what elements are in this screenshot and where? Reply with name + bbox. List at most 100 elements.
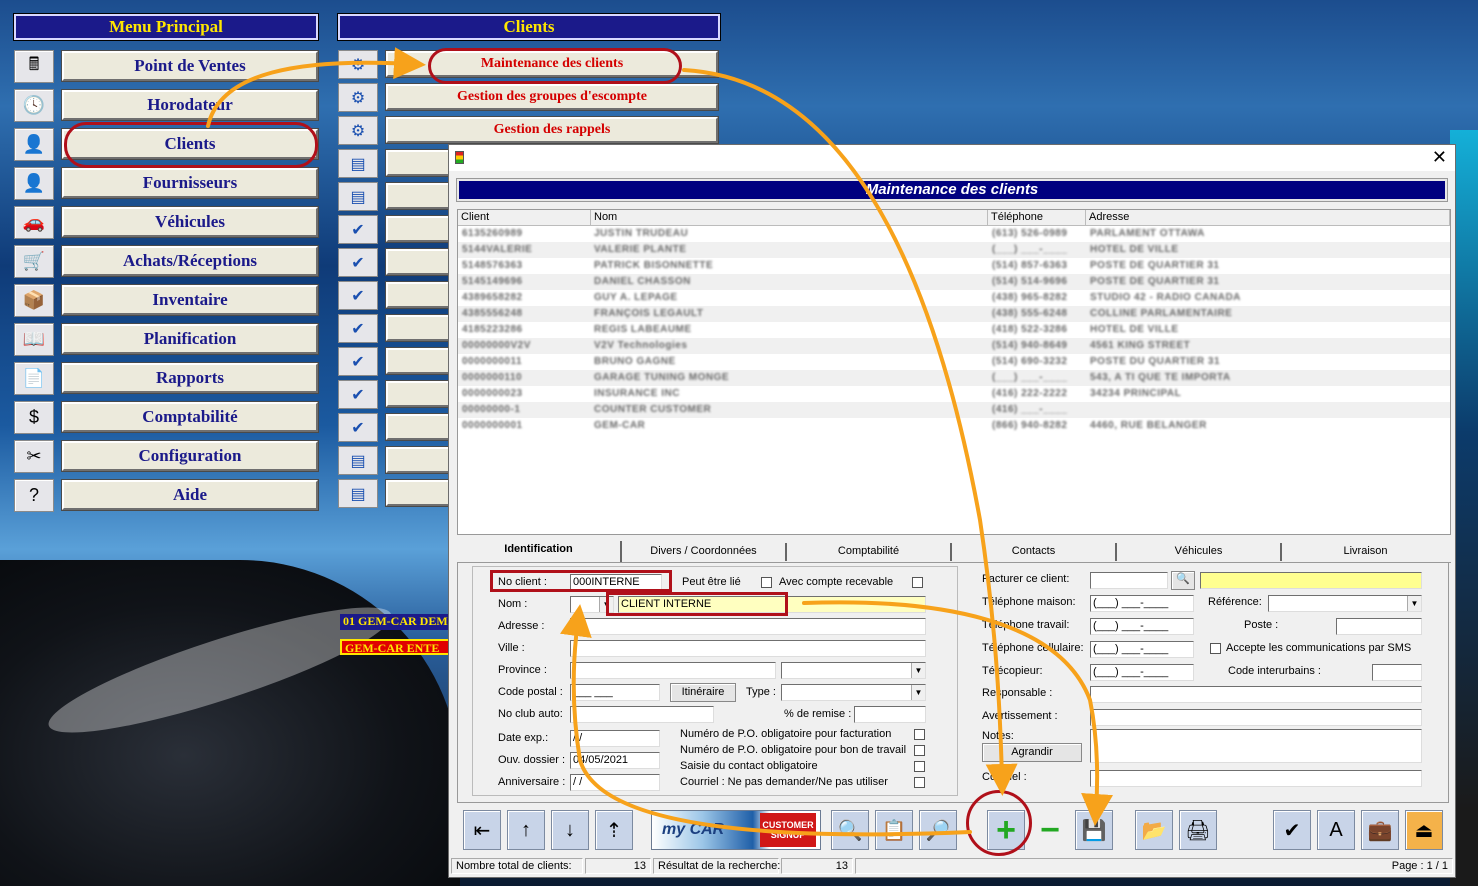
table-row[interactable]: 0000000023 INSURANCE INC (416) 222-2222 342… xyxy=(458,386,1450,402)
tab-livraison[interactable]: Livraison xyxy=(1282,543,1449,561)
date-exp-input[interactable]: / / xyxy=(570,730,660,747)
poste-input[interactable] xyxy=(1336,618,1422,635)
main-menu-button[interactable]: Point de Ventes xyxy=(61,50,319,82)
tel-maison-input[interactable]: (___) ___-____ xyxy=(1090,595,1194,612)
table-row[interactable]: 6135260989 JUSTIN TRUDEAU (613) 526-0989 PA… xyxy=(458,226,1450,242)
main-menu-button[interactable]: Configuration xyxy=(61,440,319,472)
clipboard-button[interactable]: 📋 xyxy=(875,810,913,850)
checkmark-icon[interactable]: ✔ xyxy=(338,314,378,343)
table-row[interactable]: 00000000-1 COUNTER CUSTOMER (416) ___-____ xyxy=(458,402,1450,418)
document-icon[interactable]: ▤ xyxy=(338,182,378,211)
dollar-icon[interactable]: $ xyxy=(14,401,54,434)
avec-compte-checkbox[interactable] xyxy=(912,577,923,588)
main-menu-item[interactable]: 📦 Inventaire xyxy=(14,282,320,318)
column-header-adresse[interactable]: Adresse xyxy=(1086,210,1450,226)
find-button[interactable]: 🔎 xyxy=(919,810,957,850)
gear-icon[interactable]: ⚙ xyxy=(338,83,378,112)
country-select[interactable]: ▼ xyxy=(781,662,926,679)
book-icon[interactable]: 📖 xyxy=(14,323,54,356)
save-button[interactable]: 💾 xyxy=(1075,810,1113,850)
main-menu-button[interactable]: Rapports xyxy=(61,362,319,394)
cart-icon[interactable]: 🛒 xyxy=(14,245,54,278)
checkmark-icon[interactable]: ✔ xyxy=(338,281,378,310)
sms-checkbox[interactable] xyxy=(1210,643,1221,654)
help-icon[interactable]: ? xyxy=(14,479,54,512)
peut-etre-lie-checkbox[interactable] xyxy=(761,577,772,588)
main-menu-button[interactable]: Inventaire xyxy=(61,284,319,316)
code-postal-input[interactable]: ___ ___ xyxy=(570,684,660,701)
facturer-input[interactable] xyxy=(1090,572,1168,589)
car-icon[interactable]: 🚗 xyxy=(14,206,54,239)
tel-travail-input[interactable]: (___) ___-____ xyxy=(1090,618,1194,635)
main-menu-button[interactable]: Achats/Réceptions xyxy=(61,245,319,277)
main-menu-item[interactable]: 📄 Rapports xyxy=(14,360,320,396)
document-icon[interactable]: ▤ xyxy=(338,149,378,178)
ville-input[interactable] xyxy=(570,640,926,657)
courriel-input[interactable] xyxy=(1090,770,1422,787)
delete-client-button[interactable]: − xyxy=(1031,810,1069,850)
main-menu-item[interactable]: ✂ Configuration xyxy=(14,438,320,474)
main-menu-button[interactable]: Clients xyxy=(61,128,319,160)
clients-grid[interactable]: Client Nom Téléphone Adresse 6135260989 J… xyxy=(457,209,1451,535)
responsable-input[interactable] xyxy=(1090,686,1422,703)
main-menu-button[interactable]: Aide xyxy=(61,479,319,511)
checkmark-icon[interactable]: ✔ xyxy=(338,248,378,277)
checkmark-icon[interactable]: ✔ xyxy=(338,347,378,376)
table-row[interactable]: 4185223286 REGIS LABEAUME (418) 522-3286 HO… xyxy=(458,322,1450,338)
document-icon[interactable]: ▤ xyxy=(338,479,378,508)
main-menu-button[interactable]: Fournisseurs xyxy=(61,167,319,199)
tab-vehicules[interactable]: Véhicules xyxy=(1117,543,1282,561)
telecopieur-input[interactable]: (___) ___-____ xyxy=(1090,664,1194,681)
reference-select[interactable]: ▼ xyxy=(1268,595,1422,612)
supplier-icon[interactable]: 👤 xyxy=(14,167,54,200)
column-header-telephone[interactable]: Téléphone xyxy=(988,210,1086,226)
clock-icon[interactable]: 🕓 xyxy=(14,89,54,122)
checkmark-icon[interactable]: ✔ xyxy=(338,380,378,409)
remise-input[interactable] xyxy=(854,706,926,723)
tab-contacts[interactable]: Contacts xyxy=(952,543,1117,561)
print-button[interactable]: 🖨 xyxy=(1179,810,1217,850)
close-icon[interactable]: ✕ xyxy=(1432,147,1447,168)
column-header-client[interactable]: Client xyxy=(458,210,591,226)
nom-prefix-select[interactable]: ▼ xyxy=(570,596,614,613)
main-menu-item[interactable]: 🕓 Horodateur xyxy=(14,87,320,123)
search-client-button[interactable]: 🔍 xyxy=(1171,571,1195,590)
courriel-pas-checkbox[interactable] xyxy=(914,777,925,788)
person-icon[interactable]: 👤 xyxy=(14,128,54,161)
spellcheck-button[interactable]: A xyxy=(1317,810,1355,850)
document-icon[interactable]: ▤ xyxy=(338,446,378,475)
notes-textarea[interactable] xyxy=(1090,729,1422,763)
table-row[interactable]: 5145149696 DANIEL CHASSON (514) 514-9696 PO… xyxy=(458,274,1450,290)
agrandir-button[interactable]: Agrandir xyxy=(982,743,1082,762)
main-menu-item[interactable]: $ Comptabilité xyxy=(14,399,320,435)
main-menu-item[interactable]: ? Aide xyxy=(14,477,320,513)
main-menu-item[interactable]: 👤 Clients xyxy=(14,126,320,162)
tools-icon[interactable]: ✂ xyxy=(14,440,54,473)
main-menu-button[interactable]: Horodateur xyxy=(61,89,319,121)
exit-button[interactable]: ⏏ xyxy=(1405,810,1443,850)
clients-menu-button[interactable]: Gestion des groupes d'escompte xyxy=(385,83,719,111)
clients-menu-button[interactable]: Gestion des rappels xyxy=(385,116,719,144)
ouv-dossier-input[interactable]: 04/05/2021 xyxy=(570,752,660,769)
checkmark-icon[interactable]: ✔ xyxy=(338,215,378,244)
tel-cell-input[interactable]: (___) ___-____ xyxy=(1090,641,1194,658)
po-facturation-checkbox[interactable] xyxy=(914,729,925,740)
main-menu-button[interactable]: Planification xyxy=(61,323,319,355)
table-row[interactable]: 0000000001 GEM-CAR (866) 940-8282 4460, RUE… xyxy=(458,418,1450,434)
province-input[interactable] xyxy=(570,662,776,679)
nom-input[interactable]: CLIENT INTERNE xyxy=(618,596,926,613)
main-menu-item[interactable]: 👤 Fournisseurs xyxy=(14,165,320,201)
report-icon[interactable]: 📄 xyxy=(14,362,54,395)
anniversaire-input[interactable]: / / xyxy=(570,774,660,791)
table-row[interactable]: 4389658282 GUY A. LEPAGE (438) 965-8282 STU… xyxy=(458,290,1450,306)
add-client-button[interactable]: + xyxy=(987,810,1025,850)
no-club-input[interactable] xyxy=(570,706,714,723)
clients-menu-button[interactable]: Maintenance des clients xyxy=(385,50,719,78)
table-row[interactable]: 00000000V2V V2V Technologies (514) 940-864… xyxy=(458,338,1450,354)
mycar-signup-button[interactable]: my CAR CUSTOMER SIGNUP xyxy=(651,810,821,850)
gear-icon[interactable]: ⚙ xyxy=(338,50,378,79)
main-menu-item[interactable]: 🛒 Achats/Réceptions xyxy=(14,243,320,279)
gear-icon[interactable]: ⚙ xyxy=(338,116,378,145)
tab-comptabilite[interactable]: Comptabilité xyxy=(787,543,952,561)
briefcase-button[interactable]: 💼 xyxy=(1361,810,1399,850)
